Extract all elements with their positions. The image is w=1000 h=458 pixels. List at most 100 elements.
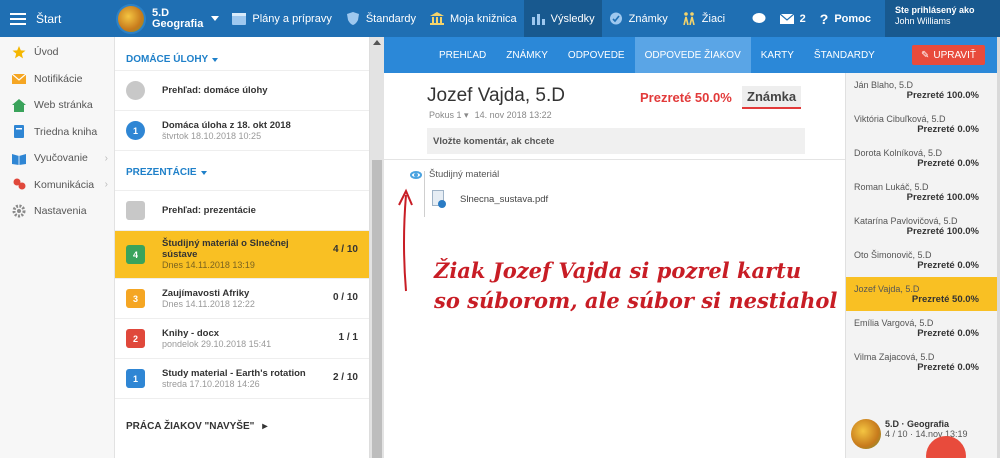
comment-field[interactable]: Vložte komentár, ak chcete	[427, 128, 805, 154]
tab-cards[interactable]: KARTY	[751, 37, 804, 73]
list-item-text: Zaujímavosti Afriky Dnes 14.11.2018 12:2…	[162, 288, 307, 310]
homework-header-label: DOMÁCE ÚLOHY	[126, 54, 209, 65]
scroll-up-icon[interactable]	[373, 40, 381, 45]
attempt-date: 14. nov 2018 13:22	[474, 110, 552, 120]
sidebar-item-settings[interactable]: Nastavenia	[0, 198, 114, 225]
list-item-text: Knihy - docx pondelok 29.10.2018 15:41	[162, 328, 307, 350]
presentation-number-badge: 3	[126, 289, 145, 308]
tab-student-answers[interactable]: ODPOVEDE ŽIAKOV	[634, 37, 751, 73]
sidebar-item-label: Notifikácie	[34, 72, 83, 85]
list-item[interactable]: 4 Študijný materiál o Slnečnej sústave D…	[115, 230, 369, 278]
class-avatar	[116, 3, 146, 34]
student-row-pct: Prezreté 0.0%	[917, 328, 979, 339]
presentation-number-badge: 2	[126, 329, 145, 348]
annotation-arrow	[398, 188, 413, 292]
list-item[interactable]: 1 Study material - Earth's rotation stre…	[115, 358, 369, 398]
list-item[interactable]: 3 Zaujímavosti Afriky Dnes 14.11.2018 12…	[115, 278, 369, 318]
homework-number-badge: 1	[126, 121, 145, 140]
help-button[interactable]: ? Pomoc	[813, 0, 885, 37]
nav-results[interactable]: Výsledky	[523, 0, 602, 37]
activities-list: DOMÁCE ÚLOHY Prehľad: domáce úlohy 1 Dom…	[115, 37, 370, 458]
left-sidebar: Úvod Notifikácie Web stránka Triedna kni…	[0, 37, 115, 458]
homework-overview[interactable]: Prehľad: domáce úlohy	[115, 70, 369, 110]
sidebar-item-website[interactable]: Web stránka	[0, 92, 114, 119]
student-row-name: Vilma Zajacová, 5.D	[854, 352, 935, 362]
sidebar-item-notifications[interactable]: Notifikácie	[0, 66, 114, 93]
student-row[interactable]: Roman Lukáč, 5.D Prezreté 100.0%	[846, 175, 997, 209]
list-item-date: streda 17.10.2018 14:26	[162, 378, 260, 389]
class-footer[interactable]: 5.D · Geografia 4 / 10 · 14.nov 13:19	[846, 411, 998, 458]
list-item-title: Študijný materiál o Slnečnej sústave	[162, 238, 289, 260]
file-link[interactable]: Slnecna_sustava.pdf	[460, 194, 548, 205]
tab-overview[interactable]: PREHĽAD	[429, 37, 496, 73]
sidebar-item-home[interactable]: Úvod	[0, 39, 114, 66]
student-row[interactable]: Dorota Kolníková, 5.D Prezreté 0.0%	[846, 141, 997, 175]
list-item-count: 1 / 1	[338, 332, 358, 343]
homework-header[interactable]: DOMÁCE ÚLOHY	[115, 37, 369, 71]
list-item-count: 2 / 10	[332, 372, 358, 383]
nav-grades-label: Známky	[628, 12, 668, 25]
sidebar-item-teaching[interactable]: Vyučovanie ›	[0, 145, 114, 172]
list-item-text: Domáca úloha z 18. okt 2018 štvrtok 18.1…	[162, 120, 307, 142]
presentations-overview-text: Prehľad: prezentácie	[162, 205, 307, 216]
edit-button[interactable]: ✎ UPRAVIŤ	[912, 45, 985, 65]
student-list: Ján Blaho, 5.D Prezreté 100.0% Viktória C…	[845, 73, 997, 458]
sidebar-item-classbook[interactable]: Triedna kniha	[0, 119, 114, 146]
shield-icon	[346, 12, 359, 25]
student-row[interactable]: Emília Vargová, 5.D Prezreté 0.0%	[846, 311, 997, 345]
nav-standards-label: Štandardy	[365, 12, 416, 25]
class-avatar	[851, 419, 881, 449]
nav-grades[interactable]: Známky	[602, 0, 675, 37]
nav-standards[interactable]: Štandardy	[339, 0, 423, 37]
attempt-label: Pokus 1	[429, 110, 462, 120]
sidebar-item-label: Úvod	[34, 46, 59, 59]
user-name: John Williams	[895, 16, 951, 26]
user-menu[interactable]: Ste prihlásený ako John Williams	[885, 0, 1000, 37]
student-row[interactable]: Jozef Vajda, 5.D Prezreté 50.0%	[846, 277, 997, 311]
pdf-file-icon[interactable]	[432, 190, 446, 208]
list-scrollbar[interactable]	[370, 37, 384, 458]
tab-answers[interactable]: ODPOVEDE	[558, 37, 635, 73]
house-icon	[12, 98, 26, 112]
chat-button[interactable]	[745, 0, 773, 37]
grade-button[interactable]: Známka	[742, 86, 802, 109]
presentations-overview[interactable]: Prehľad: prezentácie	[115, 190, 369, 230]
tab-standards[interactable]: ŠTANDARDY	[804, 37, 885, 73]
student-row[interactable]: Ján Blaho, 5.D Prezreté 100.0%	[846, 73, 997, 107]
student-row[interactable]: Katarína Pavlovičová, 5.D Prezreté 100.0%	[846, 209, 997, 243]
nav-plans[interactable]: Plány a prípravy	[225, 0, 338, 37]
sidebar-item-communication[interactable]: Komunikácia ›	[0, 172, 114, 199]
student-row-name: Ján Blaho, 5.D	[854, 80, 914, 90]
student-row-pct: Prezreté 100.0%	[906, 226, 979, 237]
student-row-name: Katarína Pavlovičová, 5.D	[854, 216, 958, 226]
student-row[interactable]: Oto Šimonovič, 5.D Prezreté 0.0%	[846, 243, 997, 277]
list-item[interactable]: 2 Knihy - docx pondelok 29.10.2018 15:41…	[115, 318, 369, 358]
list-item-title: Zaujímavosti Afriky	[162, 287, 250, 299]
student-row[interactable]: Viktória Cibuľková, 5.D Prezreté 0.0%	[846, 107, 997, 141]
messages-button[interactable]: 2	[773, 0, 813, 37]
list-item-count: 0 / 10	[332, 292, 358, 303]
chat-icon	[752, 13, 766, 23]
logged-label: Ste prihlásený ako	[895, 5, 975, 15]
student-row[interactable]: Vilma Zajacová, 5.D Prezreté 0.0%	[846, 345, 997, 379]
chart-icon	[531, 14, 545, 25]
top-bar: Štart 5.D Geografia Plány a prípravy Šta…	[0, 0, 1000, 37]
annotation-line-2: so súborom, ale súbor si nestiahol	[434, 288, 838, 313]
start-button[interactable]: Štart	[0, 0, 110, 37]
tab-grades[interactable]: ZNÁMKY	[496, 37, 558, 73]
presentation-number-badge: 1	[126, 369, 145, 388]
results-tabs: PREHĽAD ZNÁMKY ODPOVEDE ODPOVEDE ŽIAKOV …	[384, 37, 997, 73]
nav-students[interactable]: Žiaci	[675, 0, 732, 37]
chevron-right-icon: ›	[104, 152, 108, 164]
attempt-selector[interactable]: Pokus 1 ▾	[429, 110, 469, 121]
eye-icon	[410, 171, 422, 179]
list-item[interactable]: 1 Domáca úloha z 18. okt 2018 štvrtok 18…	[115, 110, 369, 150]
class-selector[interactable]: 5.D Geografia	[110, 0, 225, 37]
list-item-date: štvrtok 18.10.2018 10:25	[162, 130, 262, 141]
list-item-title: Study material - Earth's rotation	[162, 367, 306, 379]
presentations-header[interactable]: PREZENTÁCIE	[115, 150, 369, 190]
nav-library[interactable]: Moja knižnica	[423, 0, 524, 37]
chevron-right-icon: ›	[104, 179, 108, 191]
scrollbar-thumb[interactable]	[372, 160, 382, 458]
extra-work-header[interactable]: PRÁCA ŽIAKOV "NAVYŠE" ▸	[115, 398, 369, 448]
